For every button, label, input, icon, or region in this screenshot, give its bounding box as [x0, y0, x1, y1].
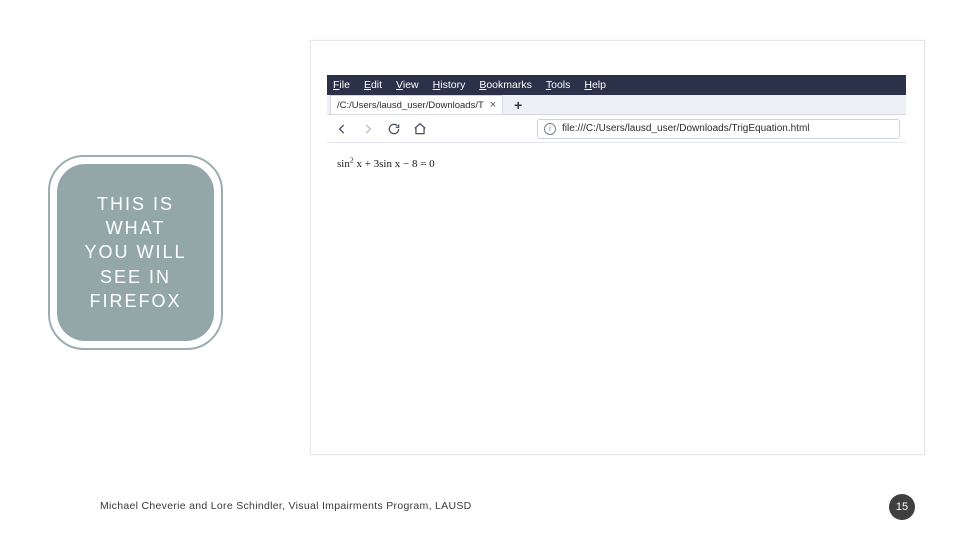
address-text: file:///C:/Users/lausd_user/Downloads/Tr… — [562, 123, 810, 134]
page-number-badge: 15 — [889, 494, 915, 520]
menu-bar: File Edit View History Bookmarks Tools H… — [327, 75, 906, 95]
eq-minus: − — [400, 158, 412, 170]
arrow-left-icon — [335, 122, 349, 136]
menu-history[interactable]: History — [433, 79, 466, 91]
page-number: 15 — [896, 501, 908, 513]
menu-view[interactable]: View — [396, 79, 419, 91]
tab-strip: /C:/Users/lausd_user/Downloads/T × + — [327, 95, 906, 115]
menu-bookmarks[interactable]: Bookmarks — [479, 79, 532, 91]
eq-exp: 2 — [350, 155, 354, 164]
reload-button[interactable] — [385, 120, 403, 138]
menu-edit[interactable]: Edit — [364, 79, 382, 91]
back-button[interactable] — [333, 120, 351, 138]
title-callout: THIS IS WHAT YOU WILL SEE IN FIREFOX — [48, 155, 223, 350]
reload-icon — [387, 122, 401, 136]
eq-plus: + — [362, 158, 374, 170]
forward-button[interactable] — [359, 120, 377, 138]
eq-sin: sin — [337, 158, 350, 170]
callout-inner: THIS IS WHAT YOU WILL SEE IN FIREFOX — [57, 164, 214, 341]
address-bar[interactable]: i file:///C:/Users/lausd_user/Downloads/… — [537, 119, 900, 139]
close-icon[interactable]: × — [490, 99, 496, 111]
arrow-right-icon — [361, 122, 375, 136]
firefox-screenshot-panel: File Edit View History Bookmarks Tools H… — [310, 40, 925, 455]
eq-equals: = 0 — [417, 158, 434, 170]
browser-tab[interactable]: /C:/Users/lausd_user/Downloads/T × — [330, 95, 503, 114]
new-tab-button[interactable]: + — [507, 95, 529, 114]
page-content: sin2 x + 3sin x − 8 = 0 — [327, 143, 906, 182]
menu-file[interactable]: File — [333, 79, 350, 91]
home-button[interactable] — [411, 120, 429, 138]
tab-title: /C:/Users/lausd_user/Downloads/T — [337, 100, 484, 111]
menu-tools[interactable]: Tools — [546, 79, 571, 91]
footer-credit: Michael Cheverie and Lore Schindler, Vis… — [100, 500, 472, 512]
callout-text: THIS IS WHAT YOU WILL SEE IN FIREFOX — [84, 192, 186, 313]
firefox-window: File Edit View History Bookmarks Tools H… — [327, 75, 906, 182]
info-icon[interactable]: i — [544, 123, 556, 135]
plus-icon: + — [514, 97, 522, 113]
equation: sin2 x + 3sin x − 8 = 0 — [337, 158, 435, 170]
menu-help[interactable]: Help — [584, 79, 606, 91]
home-icon — [413, 122, 427, 136]
nav-bar: i file:///C:/Users/lausd_user/Downloads/… — [327, 115, 906, 143]
eq-term2: 3sin x — [374, 158, 401, 170]
